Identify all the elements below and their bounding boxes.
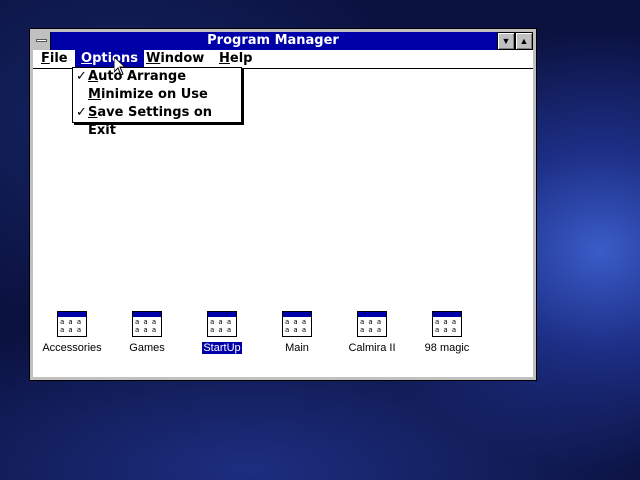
menu-item-auto-arrange[interactable]: ✓ Auto Arrange	[73, 68, 241, 86]
group-label: Main	[285, 342, 309, 354]
options-menu: ✓ Auto Arrange Minimize on Use ✓ Save Se…	[72, 67, 242, 138]
menu-item-label: ave Settings on Exit	[88, 105, 213, 138]
group-accessories[interactable]: a a a a a a Accessories	[34, 311, 110, 361]
group-label: Accessories	[42, 342, 102, 354]
menu-options-hotkey: O	[81, 51, 93, 66]
menu-item-minimize-on-use[interactable]: Minimize on Use	[73, 86, 241, 104]
group-games[interactable]: a a a a a a Games	[109, 311, 185, 361]
menu-item-save-settings-on-exit[interactable]: ✓ Save Settings on Exit	[73, 104, 241, 138]
menu-window-label: indow	[160, 51, 205, 66]
maximize-button[interactable]: ▲	[515, 32, 533, 50]
title-bar[interactable]: Program Manager ▼ ▲	[33, 32, 533, 50]
menu-window[interactable]: Window	[140, 50, 210, 68]
group-label-selected: StartUp	[202, 342, 242, 354]
group-calmira-ii[interactable]: a a a a a a Calmira II	[334, 311, 410, 361]
menu-window-hotkey: W	[146, 51, 161, 66]
program-group-icon: a a a a a a	[432, 311, 462, 337]
group-label: Games	[129, 342, 165, 354]
program-group-icon: a a a a a a	[357, 311, 387, 337]
check-icon: ✓	[76, 69, 87, 84]
program-group-icon: a a a a a a	[132, 311, 162, 337]
program-group-icon: a a a a a a	[57, 311, 87, 337]
program-group-icon: a a a a a a	[207, 311, 237, 337]
menu-help-label: elp	[229, 51, 253, 66]
group-startup[interactable]: a a a a a a StartUp	[184, 311, 260, 361]
group-label: 98 magic	[424, 342, 470, 354]
hotkey: S	[88, 105, 98, 120]
program-group-icon: a a a a a a	[282, 311, 312, 337]
menu-file-label: ile	[49, 51, 68, 66]
menu-file-hotkey: F	[41, 51, 50, 66]
menu-item-label: inimize on Use	[100, 87, 208, 102]
check-icon: ✓	[76, 105, 87, 120]
menu-help[interactable]: Help	[213, 50, 258, 68]
system-menu-icon[interactable]	[33, 32, 51, 50]
hotkey: A	[88, 69, 99, 84]
group-main[interactable]: a a a a a a Main	[259, 311, 335, 361]
mouse-pointer-icon	[114, 57, 126, 76]
group-label: Calmira II	[348, 342, 396, 354]
menu-options[interactable]: Options	[75, 50, 144, 68]
menu-item-label: uto Arrange	[98, 69, 187, 84]
menu-help-hotkey: H	[219, 51, 230, 66]
menu-file[interactable]: File	[35, 50, 74, 68]
hotkey: M	[88, 87, 101, 102]
minimize-button[interactable]: ▼	[497, 32, 515, 50]
group-98-magic[interactable]: a a a a a a 98 magic	[409, 311, 485, 361]
window-title: Program Manager	[207, 33, 339, 48]
